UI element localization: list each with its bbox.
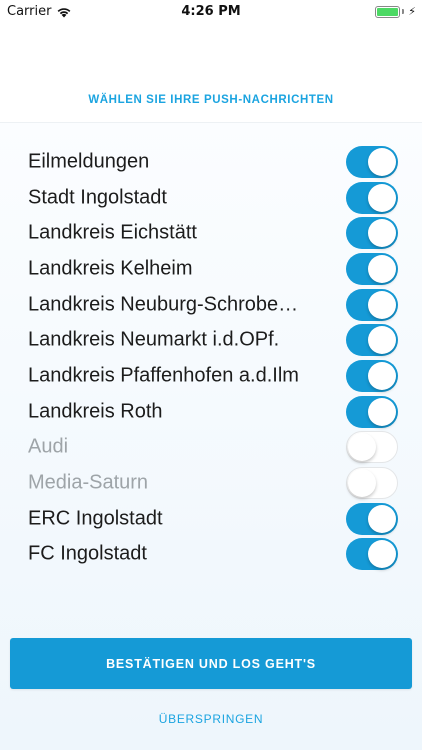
toggle-label: FC Ingolstadt — [28, 542, 147, 565]
status-clock: 4:26 PM — [181, 4, 241, 19]
battery-fill — [377, 7, 399, 16]
bolt-icon: ⚡ — [408, 5, 416, 18]
toggle-row: Landkreis Neumarkt i.d.OPf. — [0, 322, 422, 358]
toggle-knob — [348, 468, 376, 497]
toggle-row: Landkreis Kelheim — [0, 251, 422, 287]
toggle-row: Eilmeldungen — [0, 144, 422, 180]
toggle-label: Landkreis Roth — [28, 400, 163, 423]
toggle-knob — [368, 147, 396, 176]
toggle-row: Landkreis Neuburg-Schrobe… — [0, 287, 422, 323]
status-bar: Carrier 4:26 PM ⚡ — [0, 0, 422, 24]
toggle-switch[interactable] — [346, 217, 398, 250]
toggle-switch[interactable] — [346, 538, 398, 571]
toggle-label: Landkreis Neuburg-Schrobe… — [28, 293, 299, 316]
toggle-switch[interactable] — [346, 395, 398, 428]
toggle-row: FC Ingolstadt — [0, 537, 422, 573]
toggle-label: Eilmeldungen — [28, 150, 150, 173]
toggle-knob — [348, 432, 376, 461]
confirm-button[interactable]: BESTÄTIGEN UND LOS GEHT'S — [10, 638, 412, 689]
toggle-label: ERC Ingolstadt — [28, 507, 163, 530]
toggle-label: Landkreis Kelheim — [28, 257, 193, 280]
toggle-knob — [368, 219, 396, 248]
toggle-knob — [368, 504, 396, 533]
toggle-label: Landkreis Pfaffenhofen a.d.Ilm — [28, 364, 299, 387]
battery-cap — [402, 9, 405, 14]
toggle-label: Audi — [28, 435, 69, 458]
toggle-knob — [368, 361, 396, 390]
toggle-row: ERC Ingolstadt — [0, 501, 422, 537]
toggle-knob — [368, 254, 396, 283]
toggle-row: Media-Saturn — [0, 465, 422, 501]
toggle-switch[interactable] — [346, 431, 398, 464]
toggle-knob — [368, 183, 396, 212]
toggle-row: Stadt Ingolstadt — [0, 180, 422, 216]
toggle-switch[interactable] — [346, 252, 398, 285]
toggle-knob — [368, 290, 396, 319]
toggle-switch[interactable] — [346, 181, 398, 214]
toggle-row: Landkreis Roth — [0, 394, 422, 430]
page-title: WÄHLEN SIE IHRE PUSH-NACHRICHTEN — [88, 94, 334, 106]
toggle-switch[interactable] — [346, 359, 398, 392]
toggle-knob — [368, 326, 396, 355]
battery-indicator: ⚡ — [375, 5, 416, 18]
battery-icon — [375, 5, 401, 18]
toggle-switch[interactable] — [346, 324, 398, 357]
toggle-row: Landkreis Pfaffenhofen a.d.Ilm — [0, 358, 422, 394]
toggle-knob — [368, 397, 396, 426]
toggle-row: Landkreis Eichstätt — [0, 215, 422, 251]
toggle-label: Landkreis Neumarkt i.d.OPf. — [28, 328, 280, 351]
toggle-label: Stadt Ingolstadt — [28, 186, 167, 209]
skip-button[interactable]: ÜBERSPRINGEN — [0, 712, 422, 726]
toggle-switch[interactable] — [346, 502, 398, 535]
toggle-row: Audi — [0, 430, 422, 466]
push-topic-list: Eilmeldungen Stadt Ingolstadt Landkreis Ei… — [0, 144, 422, 572]
toggle-label: Landkreis Eichstätt — [28, 221, 197, 244]
toggle-switch[interactable] — [346, 467, 398, 500]
toggle-knob — [368, 540, 396, 569]
toggle-label: Media-Saturn — [28, 471, 149, 494]
toggle-switch[interactable] — [346, 145, 398, 178]
toggle-switch[interactable] — [346, 288, 398, 321]
